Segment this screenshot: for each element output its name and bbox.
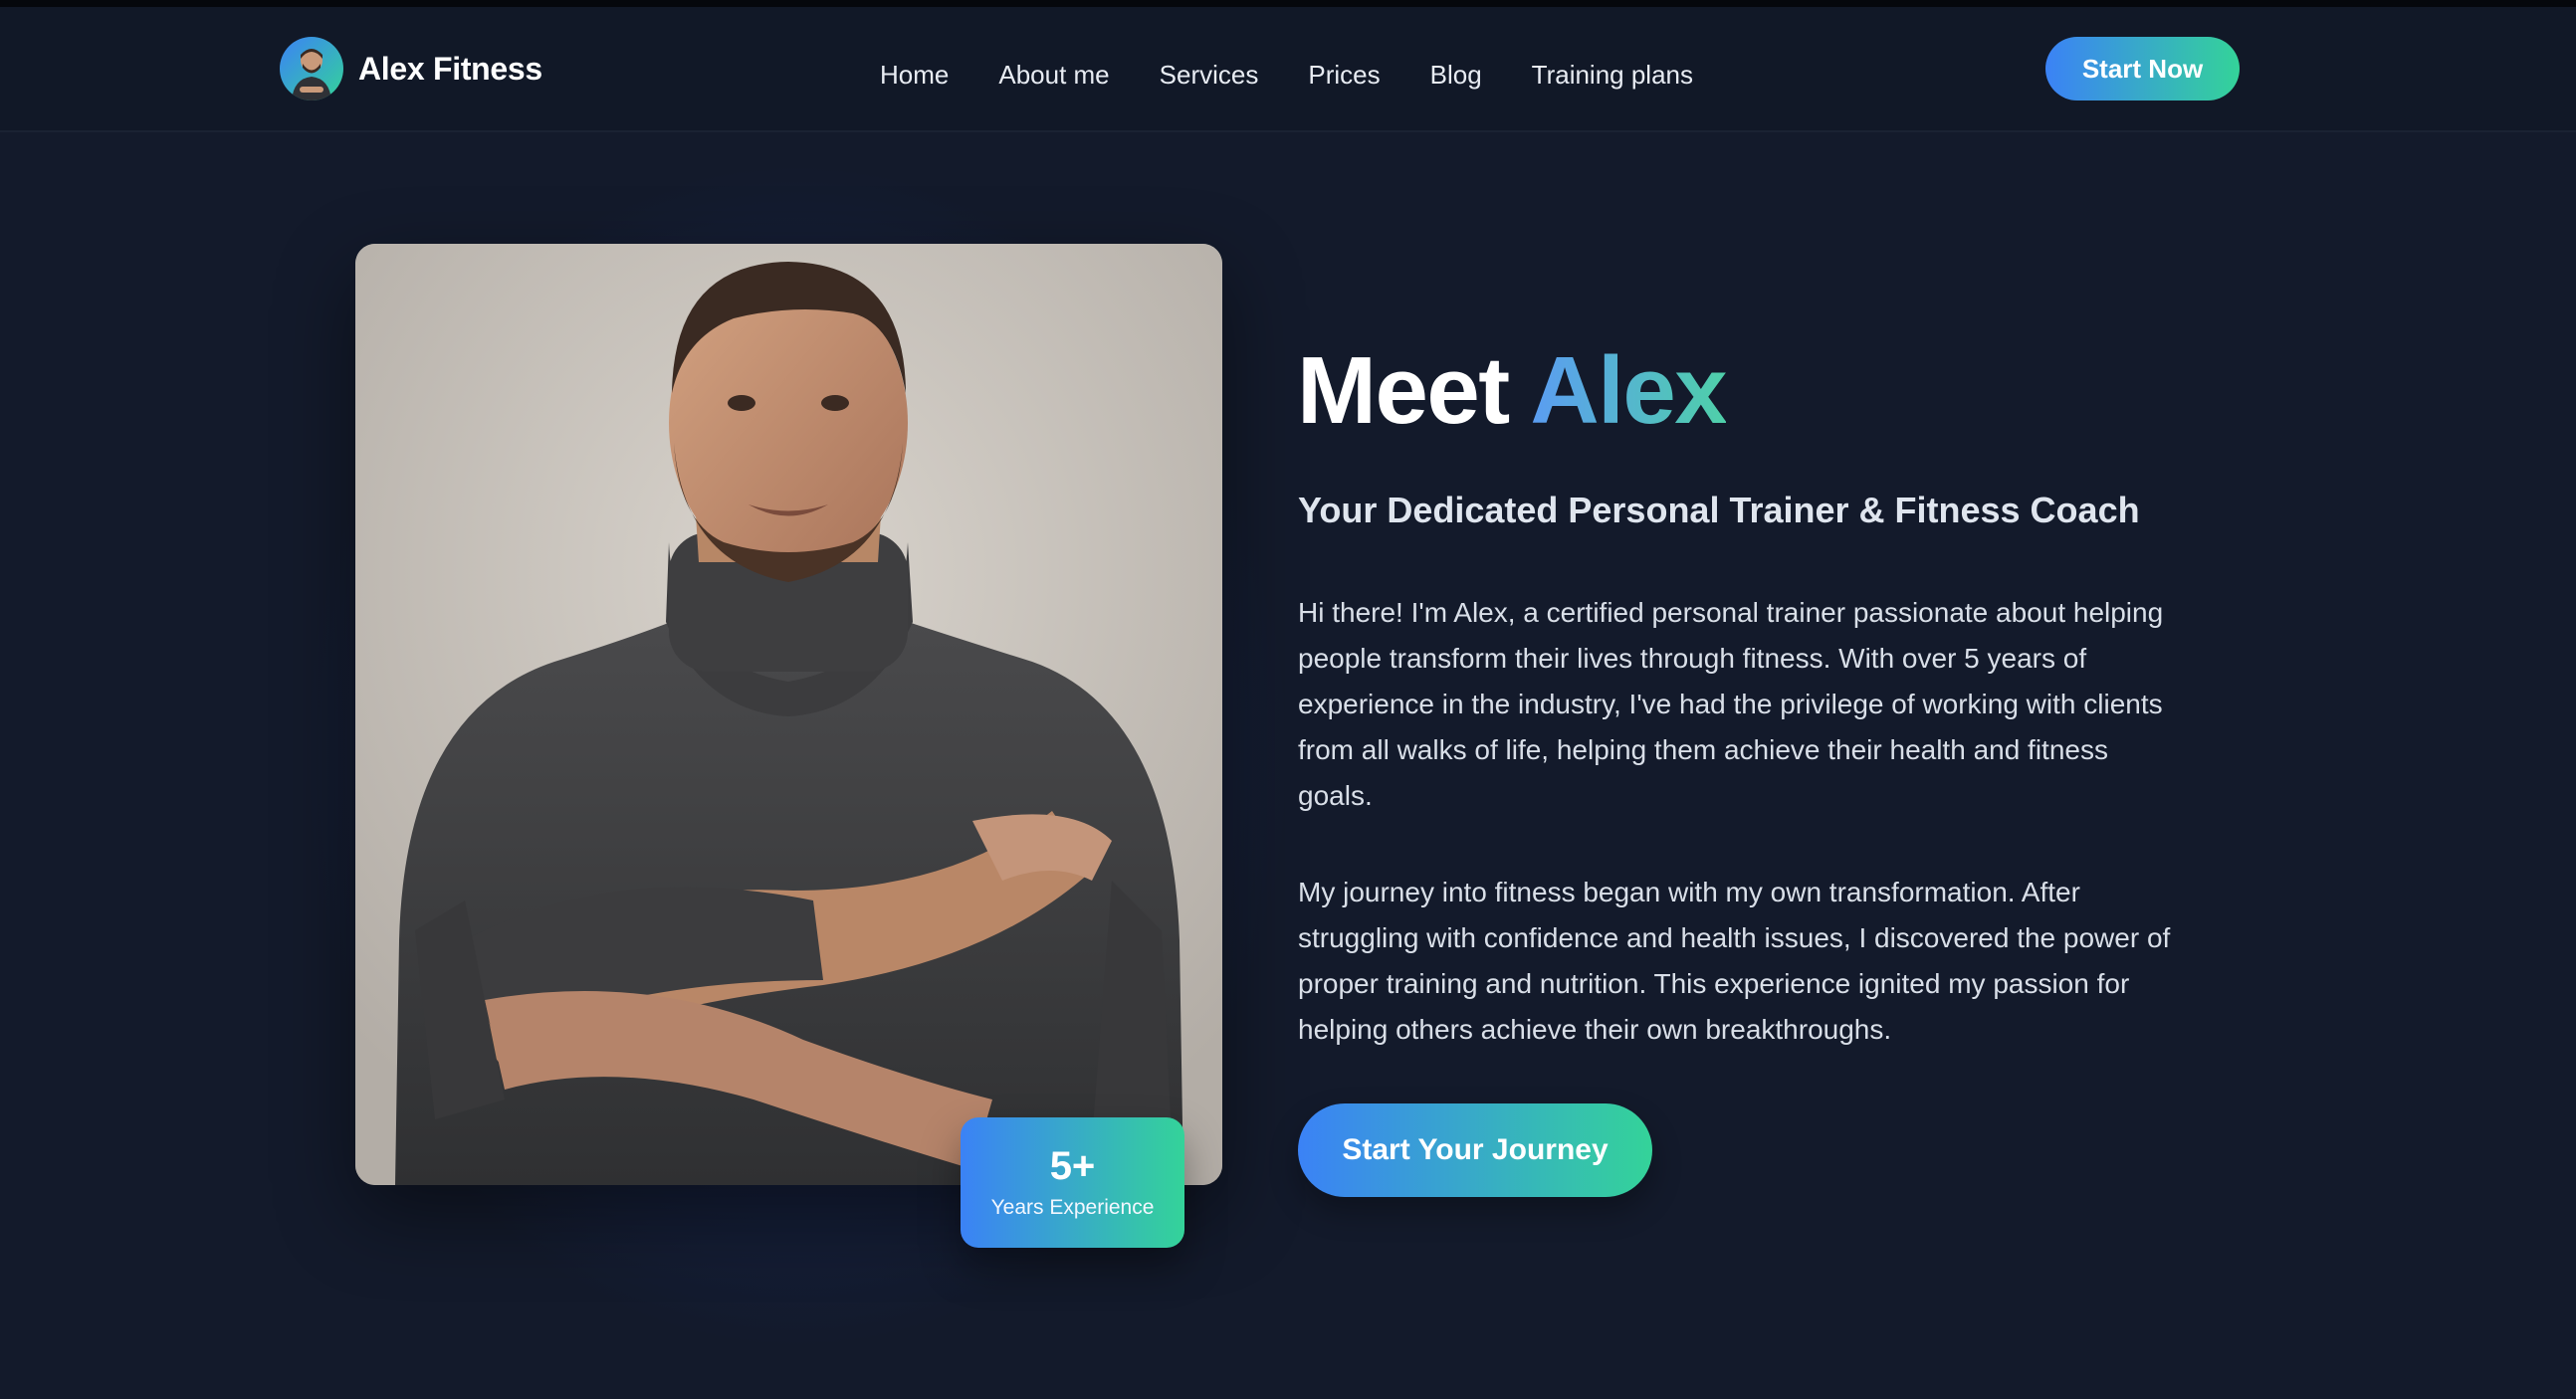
trainer-photo bbox=[355, 244, 1222, 1185]
navbar: Alex Fitness Home About me Services Pric… bbox=[0, 7, 2576, 132]
experience-value: 5+ bbox=[1049, 1143, 1096, 1188]
experience-badge: 5+ Years Experience bbox=[961, 1117, 1184, 1248]
nav-item-about[interactable]: About me bbox=[998, 60, 1109, 91]
journey-paragraph: My journey into fitness began with my ow… bbox=[1298, 877, 2171, 1045]
nav-item-home[interactable]: Home bbox=[880, 60, 949, 91]
experience-label: Years Experience bbox=[990, 1195, 1155, 1219]
start-journey-button[interactable]: Start Your Journey bbox=[1298, 1103, 1652, 1197]
headline-prefix: Meet bbox=[1297, 337, 1510, 444]
nav-item-training-plans[interactable]: Training plans bbox=[1532, 60, 1693, 91]
brand-name: Alex Fitness bbox=[358, 50, 542, 87]
start-now-button[interactable]: Start Now bbox=[2045, 37, 2240, 100]
main-nav: Home About me Services Prices Blog Train… bbox=[880, 55, 1693, 95]
nav-item-services[interactable]: Services bbox=[1160, 60, 1259, 91]
nav-item-prices[interactable]: Prices bbox=[1308, 60, 1380, 91]
hero-subtitle: Your Dedicated Personal Trainer & Fitnes… bbox=[1298, 490, 2140, 530]
trainer-avatar-icon bbox=[280, 37, 343, 100]
top-border bbox=[0, 0, 2576, 7]
page: Alex Fitness Home About me Services Pric… bbox=[0, 0, 2576, 1399]
brand-logo[interactable]: Alex Fitness bbox=[280, 37, 542, 100]
hero-headline: Meet Alex bbox=[1297, 337, 1728, 444]
headline-name: Alex bbox=[1530, 337, 1727, 444]
nav-item-blog[interactable]: Blog bbox=[1430, 60, 1482, 91]
intro-paragraph: Hi there! I'm Alex, a certified personal… bbox=[1298, 597, 2164, 811]
